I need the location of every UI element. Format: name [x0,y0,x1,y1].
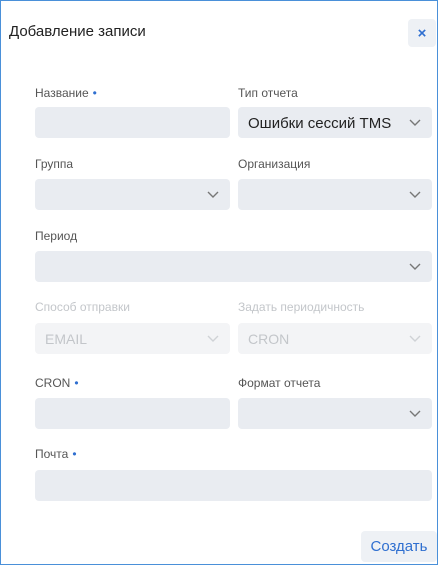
periodicity-select: CRON [238,323,432,354]
report-type-value: Ошибки сессий TMS [248,115,392,132]
chevron-down-icon [408,331,422,345]
name-input[interactable] [35,107,230,138]
chevron-down-icon [408,259,422,273]
dialog-title: Добавление записи [9,23,146,40]
cron-label: CRON • [35,376,79,390]
report-format-label: Формат отчета [238,376,321,390]
cron-input[interactable] [35,398,230,429]
required-marker: • [74,376,79,390]
report-type-select[interactable]: Ошибки сессий TMS [238,107,432,138]
chevron-down-icon [408,406,422,420]
chevron-down-icon [408,115,422,129]
chevron-down-icon [206,187,220,201]
required-marker: • [92,86,97,100]
period-select[interactable] [35,251,432,282]
required-marker: • [72,447,77,461]
send-method-label: Способ отправки [35,300,130,314]
report-type-label: Тип отчета [238,86,298,100]
chevron-down-icon [206,331,220,345]
email-input[interactable] [35,470,432,501]
email-label: Почта • [35,447,77,461]
send-method-select: EMAIL [35,323,230,354]
periodicity-value: CRON [248,331,290,347]
name-label: Название • [35,86,97,100]
organization-select[interactable] [238,179,432,210]
group-select[interactable] [35,179,230,210]
send-method-value: EMAIL [45,331,88,347]
periodicity-label: Задать периодичность [238,300,365,314]
create-button[interactable]: Создать [361,531,437,562]
close-icon: × [417,24,427,42]
close-button[interactable]: × [408,19,436,47]
report-format-select[interactable] [238,398,432,429]
chevron-down-icon [408,187,422,201]
add-record-dialog: Добавление записи × Название • Тип отчета… [0,0,438,565]
organization-label: Организация [238,157,311,171]
period-label: Период [35,229,78,243]
group-label: Группа [35,157,74,171]
